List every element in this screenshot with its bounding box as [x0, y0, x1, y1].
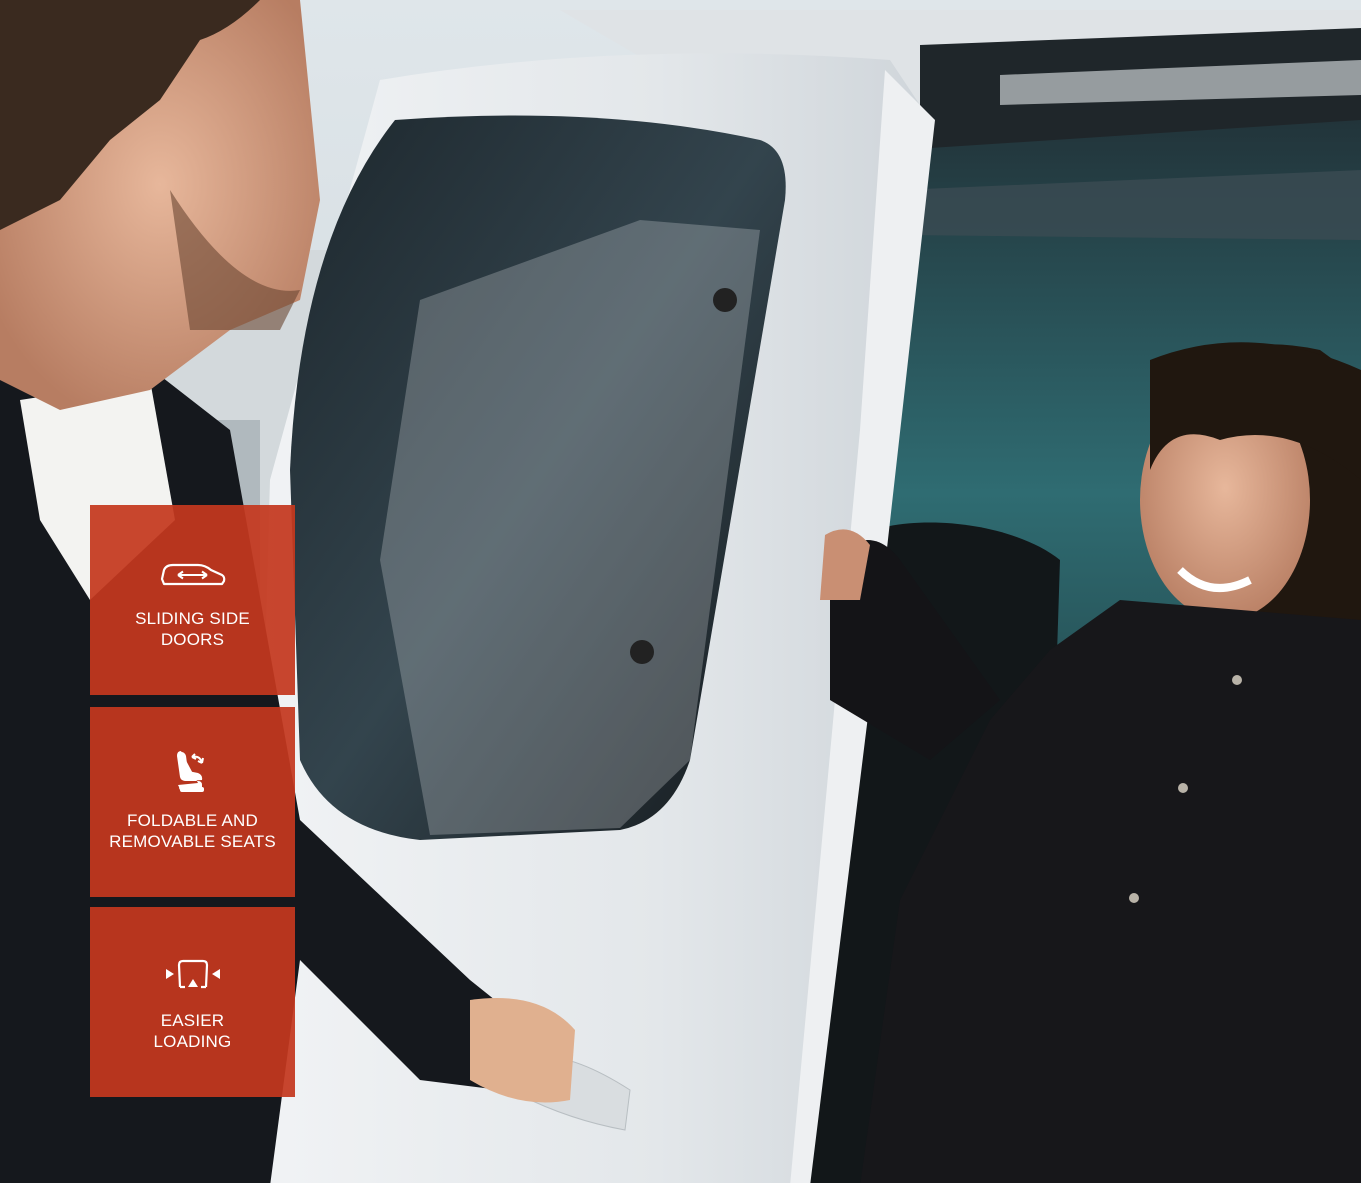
feature-label-line2: REMOVABLE SEATS: [109, 832, 276, 851]
feature-label-line1: EASIER: [160, 1011, 225, 1030]
feature-tile-seats: FOLDABLE AND REMOVABLE SEATS: [90, 707, 295, 897]
feature-label-line2: LOADING: [153, 1032, 232, 1051]
loading-space-icon: [90, 955, 295, 995]
feature-tile-loading: EASIER LOADING: [90, 907, 295, 1097]
folding-seat-icon: [90, 751, 295, 795]
feature-label-line1: FOLDABLE AND: [127, 811, 258, 830]
sliding-door-van-icon: [90, 553, 295, 593]
feature-tile-sliding-doors: SLIDING SIDE DOORS: [90, 505, 295, 695]
feature-label-line1: SLIDING SIDE: [135, 609, 250, 628]
feature-label-line2: DOORS: [160, 630, 225, 649]
